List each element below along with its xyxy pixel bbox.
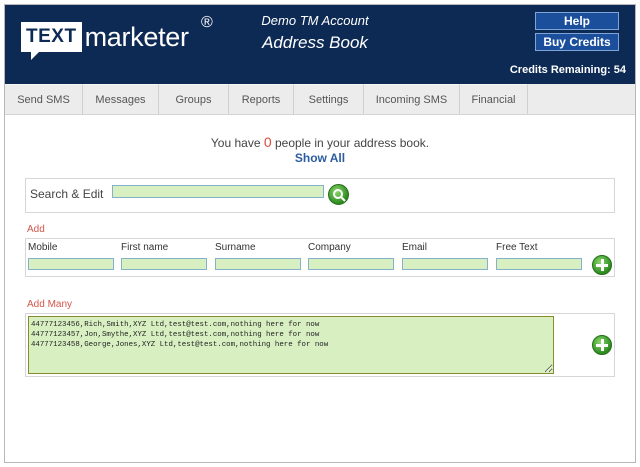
add-many-button[interactable] xyxy=(592,335,612,355)
surname-label: Surname xyxy=(215,242,256,253)
buy-credits-button[interactable]: Buy Credits xyxy=(535,33,619,51)
textmarketer-logo: TEXT marketer ® xyxy=(21,14,213,60)
page-title: Address Book xyxy=(262,33,368,52)
header: TEXT marketer ® Demo TM Account Address … xyxy=(5,5,635,84)
people-count: 0 xyxy=(263,134,272,150)
tab-reports[interactable]: Reports xyxy=(229,84,294,114)
add-many-section-label: Add Many xyxy=(27,299,73,310)
add-contact-button[interactable] xyxy=(592,255,612,275)
summary-suffix: people in your address book. xyxy=(271,136,430,150)
add-contact-panel: Mobile First name Surname Company Email … xyxy=(25,238,615,277)
summary-prefix: You have xyxy=(210,136,264,150)
surname-field[interactable] xyxy=(215,258,301,270)
search-input[interactable] xyxy=(112,185,324,198)
email-label: Email xyxy=(402,242,428,253)
main-nav: Send SMS Messages Groups Reports Setting… xyxy=(5,84,635,115)
search-icon xyxy=(333,189,346,202)
search-label: Search & Edit xyxy=(30,187,104,201)
email-field[interactable] xyxy=(402,258,488,270)
first-name-field[interactable] xyxy=(121,258,207,270)
free-text-field[interactable] xyxy=(496,258,582,270)
credits-remaining: Credits Remaining: 54 xyxy=(509,64,626,76)
help-button[interactable]: Help xyxy=(535,12,619,30)
search-button[interactable] xyxy=(328,184,349,205)
tab-financial[interactable]: Financial xyxy=(460,84,528,114)
logo-box: TEXT xyxy=(21,22,82,60)
mobile-field[interactable] xyxy=(28,258,114,270)
account-name: Demo TM Account xyxy=(261,13,369,28)
tab-send-sms[interactable]: Send SMS xyxy=(5,84,83,114)
tab-settings[interactable]: Settings xyxy=(294,84,364,114)
mobile-label: Mobile xyxy=(28,242,58,253)
add-many-panel: 44777123456,Rich,Smith,XYZ Ltd,test@test… xyxy=(25,313,615,377)
search-panel: Search & Edit xyxy=(25,178,615,213)
logo-word: marketer xyxy=(84,22,189,52)
tab-messages[interactable]: Messages xyxy=(83,84,159,114)
company-label: Company xyxy=(308,242,351,253)
registered-mark: ® xyxy=(201,14,213,31)
company-field[interactable] xyxy=(308,258,394,270)
add-many-textarea[interactable]: 44777123456,Rich,Smith,XYZ Ltd,test@test… xyxy=(28,316,554,374)
show-all-link[interactable]: Show All xyxy=(5,151,635,165)
app-frame: TEXT marketer ® Demo TM Account Address … xyxy=(4,4,636,463)
add-section-label: Add xyxy=(27,224,45,235)
first-name-label: First name xyxy=(121,242,169,253)
tab-groups[interactable]: Groups xyxy=(159,84,229,114)
tab-incoming-sms[interactable]: Incoming SMS xyxy=(364,84,460,114)
address-book-summary: You have 0 people in your address book. xyxy=(5,134,635,150)
free-text-label: Free Text xyxy=(496,242,538,253)
